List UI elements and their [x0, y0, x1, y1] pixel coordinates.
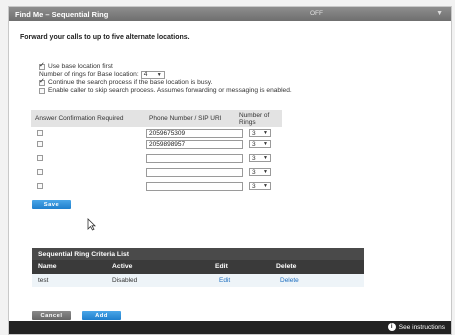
confirm-checkbox[interactable]	[37, 155, 43, 161]
criteria-header-delete: Delete	[276, 263, 297, 270]
chevron-down-icon: ▼	[263, 141, 268, 147]
continue-search-option[interactable]: Continue the search process if the base …	[39, 78, 292, 87]
continue-search-label: Continue the search process if the base …	[48, 79, 213, 86]
add-button[interactable]: Add	[82, 311, 121, 320]
chevron-down-icon: ▼	[263, 169, 268, 175]
chevron-down-icon: ▼	[263, 130, 268, 136]
header-confirm: Answer Confirmation Required	[35, 115, 124, 122]
criteria-active: Disabled	[112, 277, 138, 284]
footer-bar: i See instructions	[9, 321, 451, 334]
criteria-header-name: Name	[38, 263, 57, 270]
rings-base-option: Number of rings for Base location: 4 ▼	[39, 71, 292, 79]
locations-table-header: Answer Confirmation Required Phone Numbe…	[31, 110, 282, 127]
chevron-down-icon: ▼	[156, 72, 162, 78]
see-instructions-label: See instructions	[398, 323, 445, 331]
location-row-2: 2059898957 3 ▼	[31, 139, 282, 150]
panel-title: Find Me – Sequential Ring	[15, 9, 109, 19]
find-me-panel: Find Me – Sequential Ring OFF ▼ Forward …	[8, 6, 452, 335]
cancel-button[interactable]: Cancel	[32, 311, 71, 320]
rings-select[interactable]: 3 ▼	[249, 129, 271, 137]
criteria-header-active: Active	[112, 263, 133, 270]
confirm-checkbox[interactable]	[37, 130, 43, 136]
header-rings: Number of Rings	[239, 111, 270, 126]
use-base-location-checkbox[interactable]	[39, 62, 45, 70]
criteria-edit-link[interactable]: Edit	[219, 277, 230, 284]
phone-input[interactable]	[146, 154, 243, 163]
phone-input[interactable]: 2059898957	[146, 140, 243, 149]
location-row-3: 3 ▼	[31, 153, 282, 164]
enable-skip-option[interactable]: Enable caller to skip search process. As…	[39, 87, 292, 95]
use-base-location-option[interactable]: Use base location first	[39, 62, 292, 71]
status-label: OFF	[310, 10, 323, 17]
rings-base-label: Number of rings for Base location:	[39, 71, 139, 78]
phone-input[interactable]: 2059675309	[146, 129, 243, 138]
rings-value: 3	[252, 168, 256, 176]
rings-base-value: 4	[143, 71, 148, 78]
rings-select[interactable]: 3 ▼	[249, 140, 271, 148]
criteria-header-edit: Edit	[215, 263, 228, 270]
chevron-down-icon: ▼	[263, 155, 268, 161]
intro-text: Forward your calls to up to five alterna…	[20, 34, 190, 41]
rings-value: 3	[252, 182, 256, 190]
location-row-1: 2059675309 3 ▼	[31, 128, 282, 139]
info-icon: i	[387, 323, 396, 331]
panel-titlebar[interactable]: Find Me – Sequential Ring OFF ▼	[9, 7, 451, 21]
confirm-checkbox[interactable]	[37, 169, 43, 175]
confirm-checkbox[interactable]	[37, 141, 43, 147]
criteria-delete-link[interactable]: Delete	[280, 277, 299, 284]
confirm-checkbox[interactable]	[37, 183, 43, 189]
rings-select[interactable]: 3 ▼	[249, 182, 271, 190]
criteria-name: test	[38, 277, 49, 284]
options-group: Use base location first Number of rings …	[39, 62, 292, 95]
see-instructions-link[interactable]: i See instructions	[387, 323, 445, 331]
chevron-down-icon[interactable]: ▼	[436, 10, 443, 17]
phone-input[interactable]	[146, 182, 243, 191]
enable-skip-checkbox[interactable]	[39, 88, 45, 94]
rings-select[interactable]: 3 ▼	[249, 168, 271, 176]
location-row-4: 3 ▼	[31, 167, 282, 178]
criteria-header: Name Active Edit Delete	[32, 260, 364, 274]
header-phone: Phone Number / SIP URI	[149, 115, 222, 122]
mouse-cursor-icon	[87, 218, 96, 231]
criteria-row: test Disabled Edit Delete	[32, 274, 364, 287]
use-base-location-label: Use base location first	[48, 63, 113, 70]
criteria-list: Sequential Ring Criteria List Name Activ…	[32, 248, 364, 296]
criteria-title: Sequential Ring Criteria List	[32, 248, 364, 260]
continue-search-checkbox[interactable]	[39, 78, 45, 86]
location-row-5: 3 ▼	[31, 181, 282, 192]
phone-input[interactable]	[146, 168, 243, 177]
rings-select[interactable]: 3 ▼	[249, 154, 271, 162]
rings-value: 3	[252, 154, 256, 162]
enable-skip-label: Enable caller to skip search process. As…	[48, 87, 292, 94]
save-button[interactable]: Save	[32, 200, 71, 209]
chevron-down-icon: ▼	[263, 183, 268, 189]
rings-base-select[interactable]: 4 ▼	[140, 71, 165, 79]
rings-value: 3	[252, 140, 256, 148]
rings-value: 3	[252, 129, 256, 137]
